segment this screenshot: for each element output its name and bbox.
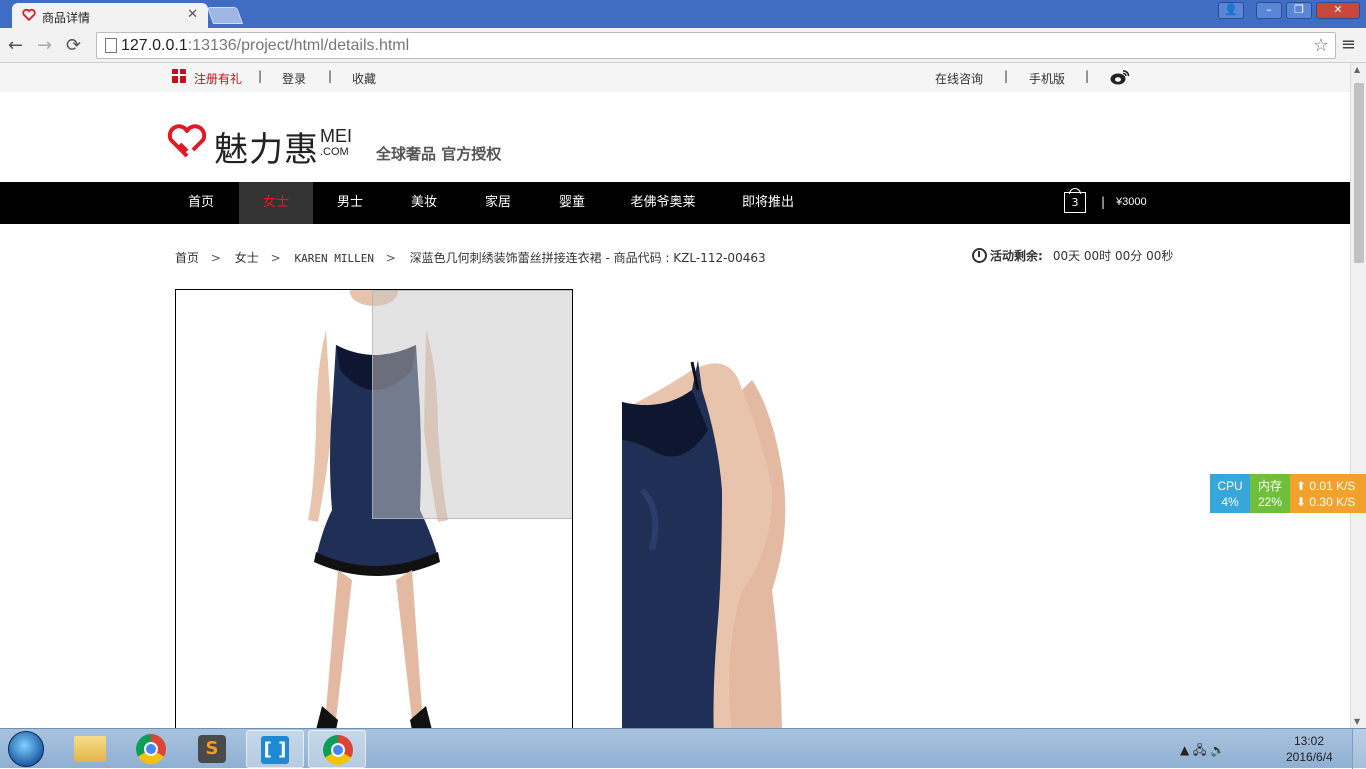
logo-heart-icon[interactable] [166,124,208,160]
page-scrollbar[interactable]: ▲ ▼ [1350,63,1366,728]
clock-date: 2016/6/4 [1286,750,1333,764]
divider: | [258,69,263,83]
bookmark-star-icon[interactable]: ☆ [1313,35,1329,56]
logo-text[interactable]: 魅力惠 [214,122,319,171]
browser-titlebar: 商品详情 ✕ 👤 – ❐ ✕ [0,0,1366,28]
upload-speed: 0.01 K/S [1309,479,1356,493]
product-main-image[interactable] [175,289,573,728]
chrome-menu-icon[interactable]: ≡ [1341,34,1356,55]
show-desktop-button[interactable] [1352,729,1366,769]
taskbar-sublime[interactable]: S [184,730,242,768]
download-arrow-icon: ⬇ [1296,495,1307,509]
tab-close-icon[interactable]: ✕ [187,7,198,22]
countdown-label: 活动剩余: [990,249,1043,263]
taskbar-brackets[interactable]: [ ] [246,730,304,768]
nav-item-women[interactable]: 女士 [239,182,313,224]
nav-item-beauty[interactable]: 美妆 [387,182,461,224]
restore-button[interactable]: ❐ [1286,2,1312,19]
clock-icon [972,248,987,263]
chrome-icon [136,734,166,764]
taskbar-chrome-active[interactable] [308,730,366,768]
upload-arrow-icon: ⬆ [1296,479,1307,493]
sale-countdown: 活动剩余: 00天 00时 00分 00秒 [972,247,1173,264]
browser-toolbar: ← → ⟳ 127.0.0.1:13136/project/html/detai… [0,28,1366,63]
cart-count[interactable]: 3 [1064,192,1086,213]
breadcrumb-brand[interactable]: KAREN MILLEN [294,252,373,265]
address-bar[interactable]: 127.0.0.1:13136/project/html/details.htm… [96,32,1336,59]
breadcrumb-category[interactable]: 女士 [235,251,259,265]
memory-usage: 内存 22% [1250,474,1290,513]
site-header: 魅力惠 MEI .COM 全球奢品 官方授权 [0,92,1350,182]
breadcrumb-arrow-icon: > [270,251,281,265]
web-page: 注册有礼 | 登录 | 收藏 在线咨询 | 手机版 | 魅力惠 MEI .COM… [0,63,1350,728]
profile-button[interactable]: 👤 [1218,2,1244,19]
taskbar-explorer[interactable] [60,730,118,768]
heart-icon [22,8,36,22]
divider: | [328,69,333,83]
product-zoom-view [622,290,1102,728]
breadcrumb-home[interactable]: 首页 [175,251,199,265]
breadcrumb-arrow-icon: > [385,251,396,265]
zoomed-dress-image [622,290,786,728]
folder-icon [74,736,106,762]
scroll-up-arrow-icon[interactable]: ▲ [1354,65,1360,74]
taskbar-clock[interactable]: 13:02 2016/6/4 [1286,733,1333,765]
brackets-icon: [ ] [261,736,289,764]
nav-item-outlet[interactable]: 老佛爷奥莱 [618,182,708,224]
nav-item-kids[interactable]: 婴童 [535,182,609,224]
page-icon [105,38,117,53]
close-window-button[interactable]: ✕ [1316,2,1360,19]
logo-com: .COM [320,146,349,158]
back-arrow-icon[interactable]: ← [8,35,23,56]
scroll-down-arrow-icon[interactable]: ▼ [1354,717,1360,726]
reload-icon[interactable]: ⟳ [66,35,81,56]
nav-item-coming-soon[interactable]: 即将推出 [728,182,808,224]
logo-mei: MEI [320,126,353,146]
new-tab-button[interactable] [206,7,244,24]
zoom-lens[interactable] [372,290,572,519]
system-monitor-widget: CPU 4% 内存 22% ⬆ 0.01 K/S ⬇ 0.30 K/S [1210,474,1366,513]
minimize-button[interactable]: – [1256,2,1282,19]
countdown-value: 00天 00时 00分 00秒 [1052,249,1174,263]
forward-arrow-icon[interactable]: → [37,35,52,56]
weibo-icon[interactable] [1110,69,1130,85]
gift-icon [172,69,186,83]
windows-taskbar: S [ ] ▲ 🖧 🔊 13:02 2016/6/4 [0,728,1366,769]
taskbar-chrome-pinned[interactable] [122,730,180,768]
system-tray-icons[interactable]: ▲ 🖧 🔊 [1180,741,1225,762]
download-speed: 0.30 K/S [1309,495,1356,509]
login-link[interactable]: 登录 [282,70,306,87]
top-links-bar: 注册有礼 | 登录 | 收藏 在线咨询 | 手机版 | [0,63,1350,92]
nav-item-home-living[interactable]: 家居 [461,182,535,224]
url-text[interactable]: 127.0.0.1:13136/project/html/details.htm… [121,37,409,55]
tab-product-details[interactable]: 商品详情 ✕ [12,3,208,28]
mobile-link[interactable]: 手机版 [1029,70,1065,87]
slogan: 全球奢品 官方授权 [376,145,502,163]
divider: | [1004,69,1009,83]
cart-amount[interactable]: ¥3000 [1116,196,1147,208]
tab-title: 商品详情 [42,11,91,25]
network-speed: ⬆ 0.01 K/S ⬇ 0.30 K/S [1290,474,1366,513]
clock-time: 13:02 [1293,734,1325,748]
breadcrumb-product: 深蓝色几何刺绣装饰蕾丝拼接连衣裙 - 商品代码 : KZL-112-00463 [409,251,766,265]
chrome-icon [323,735,353,765]
sublime-text-icon: S [198,735,226,763]
scroll-thumb[interactable] [1354,83,1364,263]
breadcrumb-arrow-icon: > [210,251,221,265]
online-consult-link[interactable]: 在线咨询 [935,70,983,87]
divider: | [1085,69,1090,83]
start-button[interactable] [8,731,44,767]
favorite-link[interactable]: 收藏 [352,70,376,87]
divider: | [1101,195,1106,209]
nav-item-men[interactable]: 男士 [313,182,387,224]
register-link[interactable]: 注册有礼 [194,70,242,87]
breadcrumb: 首页 > 女士 > KAREN MILLEN > 深蓝色几何刺绣装饰蕾丝拼接连衣… [175,249,774,266]
main-navigation: 首页 女士 男士 美妆 家居 婴童 老佛爷奥莱 即将推出 3 | ¥3000 [0,182,1350,224]
nav-item-home[interactable]: 首页 [164,182,238,224]
cpu-usage: CPU 4% [1210,474,1250,513]
